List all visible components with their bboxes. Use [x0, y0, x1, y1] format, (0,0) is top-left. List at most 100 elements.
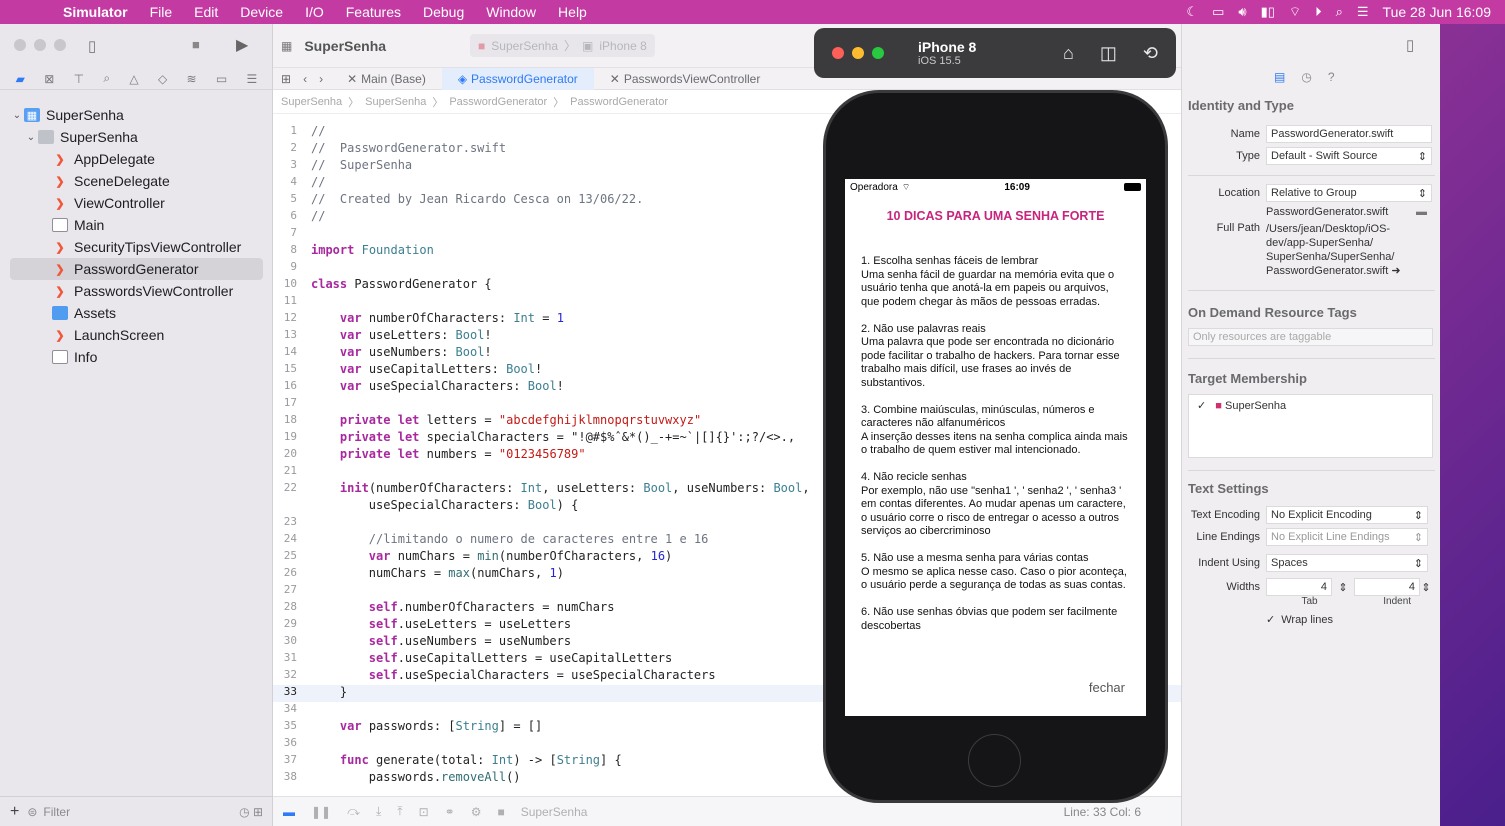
tab-stepper[interactable]: ⇕ [1332, 581, 1354, 594]
menu-file[interactable]: File [139, 4, 184, 20]
menu-help[interactable]: Help [547, 4, 598, 20]
tree-item[interactable]: ❯ PasswordsViewController [0, 280, 273, 302]
tree-item[interactable]: ❯ SceneDelegate [0, 170, 273, 192]
chevron-down-icon[interactable]: ⌄ [10, 110, 24, 121]
inspector-toggle-icon[interactable]: ▯ [1406, 36, 1414, 54]
wifi-icon[interactable]: ⌔ [1289, 4, 1301, 20]
breakpoint-icon[interactable]: ▭ [216, 72, 227, 86]
menu-app-name[interactable]: Simulator [52, 4, 139, 20]
moon-icon[interactable]: ☾ [1186, 4, 1198, 20]
tree-item[interactable]: ❯ AppDelegate [0, 148, 273, 170]
forward-icon[interactable]: › [311, 68, 331, 90]
stop-icon[interactable]: ■ [192, 37, 200, 52]
reveal-arrow-icon[interactable]: ➜ [1391, 265, 1400, 277]
step-over-icon[interactable]: ⤼ [347, 804, 360, 819]
warning-icon[interactable]: △ [129, 72, 138, 86]
pause-icon[interactable]: ❚❚ [311, 805, 331, 819]
search-icon[interactable]: ⌕ [1336, 4, 1343, 20]
zoom-window-button[interactable] [54, 39, 66, 51]
tree-item[interactable]: Assets [0, 302, 273, 324]
find-icon[interactable]: ⌕ [103, 71, 110, 86]
sim-zoom-button[interactable] [872, 47, 884, 59]
recent-icon[interactable]: ◷ ⊞ [239, 805, 273, 819]
hierarchy-icon[interactable]: ⊤ [74, 72, 84, 86]
add-icon[interactable]: + [10, 803, 19, 821]
indent-width-field[interactable]: 4 [1354, 578, 1420, 596]
back-icon[interactable]: ‹ [299, 68, 311, 90]
play-icon[interactable]: ⏵ [1315, 4, 1322, 20]
menu-io[interactable]: I/O [294, 4, 335, 20]
folder-icon[interactable]: ▰ [16, 72, 25, 86]
display-icon[interactable]: ▭ [1212, 4, 1224, 20]
breadcrumb-item[interactable]: SuperSenha [365, 96, 426, 108]
menu-debug[interactable]: Debug [412, 4, 475, 20]
breadcrumb-item[interactable]: PasswordGenerator [449, 96, 547, 108]
filter-field[interactable]: ⊜ Filter [27, 805, 70, 819]
location-select[interactable]: Relative to Group ⇕ [1266, 184, 1432, 202]
console-toggle-icon[interactable]: ▬ [283, 805, 295, 819]
tree-item[interactable]: Info [0, 346, 273, 368]
chevron-down-icon[interactable]: ⌄ [24, 132, 38, 143]
report-icon[interactable]: ☰ [247, 72, 258, 86]
tab-width-field[interactable]: 4 [1266, 578, 1332, 596]
tree-item[interactable]: ❯ ViewController [0, 192, 273, 214]
scheme-selector[interactable]: ■ SuperSenha 〉 ▣ iPhone 8 [470, 34, 655, 57]
volume-icon[interactable]: 🔊︎ [1238, 4, 1246, 20]
sim-minimize-button[interactable] [852, 47, 864, 59]
tree-item[interactable]: ⌄ ▦ SuperSenha [0, 104, 273, 126]
target-list: ✓ ■ SuperSenha [1188, 394, 1433, 458]
tips-text[interactable]: 1. Escolha senhas fáceis de lembrar Uma … [845, 255, 1146, 647]
editor-tab[interactable]: ◈ PasswordGenerator [441, 67, 594, 90]
tree-item[interactable]: ❯ SecurityTipsViewController [0, 236, 273, 258]
target-checkbox[interactable]: ✓ [1197, 400, 1206, 412]
step-out-icon[interactable]: ⤒ [397, 804, 402, 819]
tree-item[interactable]: ⌄ SuperSenha [0, 126, 273, 148]
close-button[interactable]: fechar [1089, 680, 1125, 695]
file-icon[interactable]: ▤ [1274, 70, 1285, 84]
breadcrumb-item[interactable]: PasswordGenerator [570, 96, 668, 108]
menu-clock[interactable]: Tue 28 Jun 16:09 [1383, 4, 1491, 20]
source-control-icon[interactable]: ⊠ [44, 72, 54, 86]
screenshot-icon[interactable]: ◫ [1100, 43, 1117, 64]
battery-icon[interactable]: ▮▯ [1261, 4, 1275, 20]
folder-icon[interactable]: ▬ [1416, 206, 1427, 218]
name-field[interactable]: PasswordGenerator.swift [1266, 125, 1432, 143]
home-button[interactable] [968, 734, 1021, 787]
breadcrumb-item[interactable]: SuperSenha [281, 96, 342, 108]
tree-item-label: SuperSenha [60, 129, 138, 145]
endings-select[interactable]: No Explicit Line Endings ⇕ [1266, 528, 1428, 546]
minimize-window-button[interactable] [34, 39, 46, 51]
control-center-icon[interactable]: ☰ [1357, 4, 1369, 20]
encoding-select[interactable]: No Explicit Encoding ⇕ [1266, 506, 1428, 524]
history-icon[interactable]: ◷ [1301, 70, 1311, 84]
grid-icon[interactable]: ⊞ [273, 68, 299, 90]
type-select[interactable]: Default - Swift Source ⇕ [1266, 147, 1432, 165]
menu-window[interactable]: Window [475, 4, 547, 20]
environment-icon[interactable]: ⚙ [471, 805, 482, 819]
close-window-button[interactable] [14, 39, 26, 51]
help-icon[interactable]: ? [1328, 70, 1335, 84]
menu-edit[interactable]: Edit [183, 4, 229, 20]
run-icon[interactable]: ▶ [236, 35, 248, 55]
indent-stepper[interactable]: ⇕ [1420, 581, 1432, 594]
home-icon[interactable]: ⌂ [1063, 43, 1074, 64]
sidebar-toggle-icon[interactable]: ▯ [88, 37, 96, 55]
tree-item[interactable]: ❯ LaunchScreen [0, 324, 273, 346]
indent-select[interactable]: Spaces ⇕ [1266, 554, 1428, 572]
close-tab-icon[interactable]: ✕ [610, 72, 620, 86]
sim-close-button[interactable] [832, 47, 844, 59]
tree-item[interactable]: ❯ PasswordGenerator [10, 258, 263, 280]
memory-graph-icon[interactable]: ⚭ [445, 805, 455, 819]
editor-tab[interactable]: ✕ Main (Base) [331, 68, 442, 90]
tree-item[interactable]: Main [0, 214, 273, 236]
view-debugger-icon[interactable]: ⊡ [419, 805, 429, 819]
debug-icon[interactable]: ≋ [186, 72, 196, 86]
editor-tab[interactable]: ✕ PasswordsViewController [594, 68, 777, 90]
rotate-icon[interactable]: ⟲ [1143, 43, 1158, 64]
test-icon[interactable]: ◇ [158, 72, 167, 86]
menu-features[interactable]: Features [335, 4, 412, 20]
close-tab-icon[interactable]: ✕ [347, 72, 357, 86]
menu-device[interactable]: Device [229, 4, 294, 20]
wrap-checkbox[interactable]: ✓ [1266, 613, 1275, 626]
step-in-icon[interactable]: ⤓ [376, 804, 381, 819]
